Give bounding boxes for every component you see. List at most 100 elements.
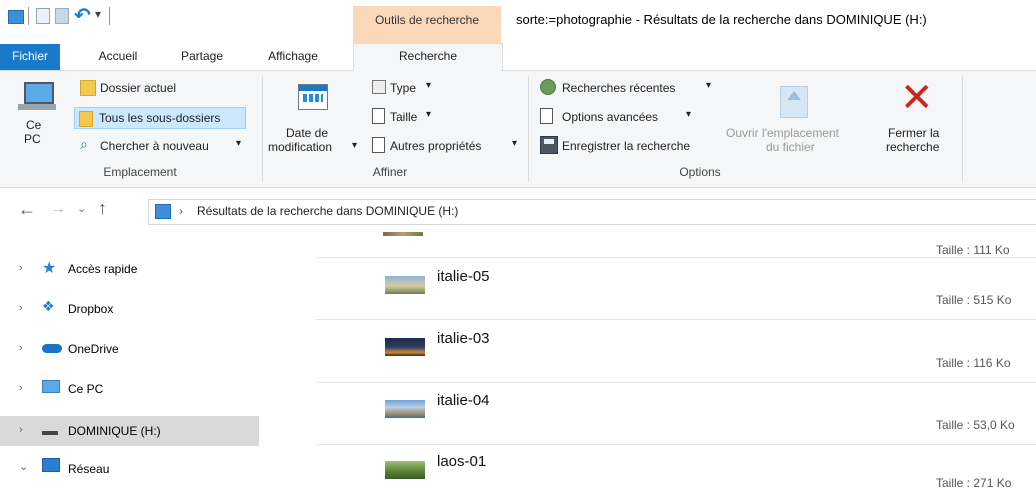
breadcrumb-chevron-icon: ›: [179, 204, 183, 218]
folder-icon: [80, 80, 96, 96]
close-search-line1: Fermer la: [888, 126, 940, 140]
result-name[interactable]: italie-03: [437, 330, 490, 347]
save-search-button[interactable]: Enregistrer la recherche: [536, 136, 722, 156]
recent-locations-icon[interactable]: ⌄: [77, 202, 86, 215]
save-icon: [540, 136, 558, 154]
nav-item-network[interactable]: ⌄ Réseau: [0, 454, 259, 486]
chevron-down-icon: ▾: [426, 80, 432, 91]
other-properties-button[interactable]: Autres propriétés ▾: [370, 136, 520, 156]
type-label: Type: [390, 81, 417, 95]
new-folder-icon[interactable]: [55, 8, 69, 24]
expand-chevron-icon[interactable]: ›: [19, 302, 23, 314]
contextual-tab-label: Outils de recherche: [353, 6, 501, 44]
close-search-line2: recherche: [886, 140, 940, 154]
document-icon: [372, 108, 385, 124]
open-file-location-button[interactable]: Ouvrir l'emplacement du fichier: [722, 78, 870, 160]
open-location-icon: [780, 86, 808, 118]
back-arrow-icon[interactable]: ←: [18, 199, 36, 220]
dropbox-icon: ❖: [42, 298, 55, 314]
title-bar: ↶ ▾ Outils de recherche sorte:=photograp…: [0, 0, 1036, 44]
tab-search[interactable]: Recherche: [353, 43, 503, 72]
save-search-label: Enregistrer la recherche: [562, 139, 691, 153]
thumbnail-image: [385, 461, 425, 479]
nav-item-label: Dropbox: [68, 302, 114, 316]
subfolders-icon: [79, 111, 93, 127]
ribbon-separator: [528, 76, 529, 182]
tab-file[interactable]: Fichier: [0, 44, 60, 70]
address-bar[interactable]: › Résultats de la recherche dans DOMINIQ…: [148, 199, 1036, 225]
advanced-options-button[interactable]: Options avancées ▾: [536, 107, 716, 127]
chevron-down-icon: ▾: [686, 109, 692, 120]
tab-share[interactable]: Partage: [170, 44, 234, 70]
result-name[interactable]: italie-04: [437, 392, 490, 409]
search-again-button[interactable]: ⌕ Chercher à nouveau ▾: [76, 136, 256, 156]
window-title: sorte:=photographie - Résultats de la re…: [516, 12, 927, 27]
nav-item-this-pc[interactable]: › Ce PC: [0, 374, 259, 406]
nav-item-quick-access[interactable]: › ★ Accès rapide: [0, 254, 259, 286]
expand-chevron-icon[interactable]: ›: [19, 382, 23, 394]
current-folder-button[interactable]: Dossier actuel: [76, 78, 228, 98]
tab-view[interactable]: Affichage: [258, 44, 328, 70]
nav-item-label: OneDrive: [68, 342, 119, 356]
ribbon-separator: [262, 76, 263, 182]
forward-arrow-icon[interactable]: →: [50, 200, 66, 218]
chevron-down-icon: ▾: [236, 138, 242, 149]
calendar-icon: [298, 84, 328, 110]
all-subfolders-button[interactable]: Tous les sous-dossiers: [74, 107, 246, 129]
properties-icon[interactable]: [36, 8, 50, 24]
all-subfolders-label: Tous les sous-dossiers: [99, 111, 221, 125]
tab-search-joint: [354, 69, 501, 72]
up-arrow-icon[interactable]: ↑: [98, 198, 107, 219]
qat-dropdown-icon[interactable]: ▾: [95, 7, 101, 21]
search-icon: ⌕: [80, 136, 88, 152]
document-icon: [372, 137, 385, 153]
date-modified-button[interactable]: Date de modification ▾: [266, 78, 362, 160]
qat-separator: [28, 7, 29, 25]
result-size: Taille : 116 Ko: [936, 356, 1011, 370]
close-search-button[interactable]: ✕ Fermer la recherche: [880, 78, 956, 160]
result-name[interactable]: italie-05: [437, 268, 490, 285]
tab-home[interactable]: Accueil: [88, 44, 148, 70]
advanced-options-icon: [540, 108, 553, 124]
expand-chevron-icon[interactable]: ›: [19, 262, 23, 274]
recent-searches-label: Recherches récentes: [562, 81, 676, 95]
result-size: Taille : 53,0 Ko: [936, 418, 1015, 432]
group-label-location: Emplacement: [103, 165, 177, 179]
this-pc-label-line1: Ce: [26, 118, 42, 132]
date-modified-line2: modification: [268, 140, 333, 154]
other-properties-label: Autres propriétés: [390, 139, 482, 153]
group-label-refine: Affiner: [372, 165, 408, 179]
star-icon: ★: [42, 260, 57, 277]
this-pc-button[interactable]: Ce PC: [8, 78, 68, 160]
open-location-line2: du fichier: [766, 140, 815, 154]
keyboard-icon: [18, 104, 56, 110]
nav-item-dropbox[interactable]: › ❖ Dropbox: [0, 294, 259, 326]
undo-icon[interactable]: ↶: [74, 3, 91, 28]
result-size: Taille : 515 Ko: [936, 293, 1012, 307]
expand-chevron-icon[interactable]: ›: [19, 424, 23, 436]
folder-icon: [8, 10, 24, 24]
result-size: Taille : 111 Ko: [936, 243, 1010, 257]
expand-chevron-icon[interactable]: ›: [19, 342, 23, 354]
qat-separator: [109, 7, 110, 25]
size-button[interactable]: Taille ▾: [370, 107, 450, 127]
search-results-icon: [155, 204, 171, 219]
recent-searches-icon: [540, 79, 556, 95]
nav-item-label: DOMINIQUE (H:): [68, 424, 161, 438]
thumbnail-image: [383, 232, 423, 236]
current-folder-label: Dossier actuel: [100, 81, 177, 95]
drive-icon: [42, 431, 58, 435]
chevron-down-icon: ▾: [426, 109, 432, 120]
recent-searches-button[interactable]: Recherches récentes ▾: [536, 78, 716, 98]
chevron-down-icon: ▾: [512, 138, 518, 149]
search-again-label: Chercher à nouveau: [100, 139, 209, 153]
type-button[interactable]: Type ▾: [370, 78, 450, 98]
nav-item-label: Réseau: [68, 462, 110, 476]
result-name[interactable]: laos-01: [437, 453, 486, 470]
nav-item-dominique-drive[interactable]: › DOMINIQUE (H:): [0, 416, 259, 446]
breadcrumb[interactable]: Résultats de la recherche dans DOMINIQUE…: [197, 204, 458, 218]
chevron-down-icon: ▾: [352, 140, 358, 151]
collapse-chevron-icon[interactable]: ⌄: [19, 460, 28, 473]
nav-item-onedrive[interactable]: › OneDrive: [0, 334, 259, 366]
computer-icon: [42, 380, 60, 393]
